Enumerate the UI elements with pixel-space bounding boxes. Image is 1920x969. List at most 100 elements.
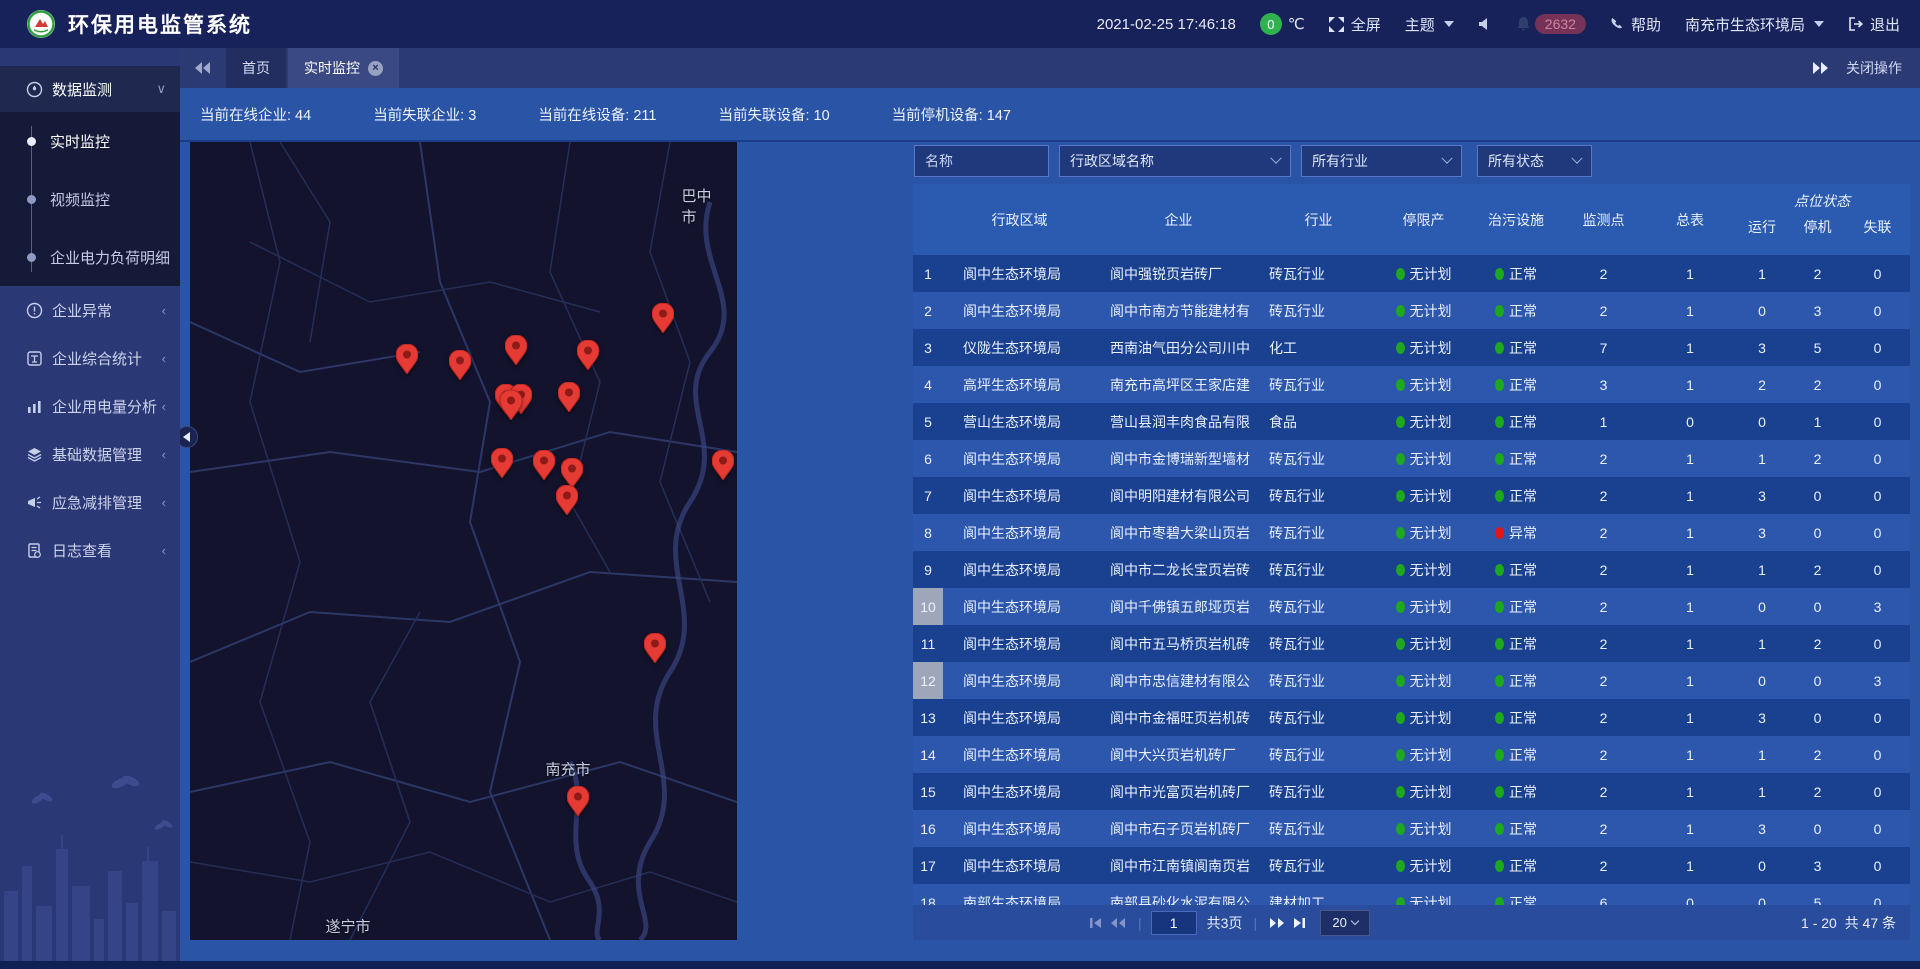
row-index: 5 <box>913 403 943 440</box>
row-company: 阆中市二龙长宝页岩砖 <box>1096 551 1261 588</box>
row-running: 3 <box>1734 810 1790 847</box>
fullscreen-button[interactable]: 全屏 <box>1329 14 1381 35</box>
table-row[interactable]: 16阆中生态环境局阆中市石子页岩机砖厂砖瓦行业无计划正常21300 <box>913 810 1910 847</box>
name-filter-input[interactable] <box>925 153 1038 169</box>
table-row[interactable]: 8阆中生态环境局阆中市枣碧大梁山页岩砖瓦行业无计划异常21300 <box>913 514 1910 551</box>
speaker-icon[interactable] <box>1478 17 1492 31</box>
sidebar-item-0[interactable]: 数据监测∨ <box>0 66 180 112</box>
map-panel[interactable]: 巴中市南充市遂宁市 <box>190 142 737 940</box>
map-pin[interactable] <box>449 350 471 380</box>
table-row[interactable]: 1阆中生态环境局阆中强锐页岩砖厂砖瓦行业无计划正常21120 <box>913 255 1910 292</box>
table-row[interactable]: 9阆中生态环境局阆中市二龙长宝页岩砖砖瓦行业无计划正常21120 <box>913 551 1910 588</box>
row-facility-label: 正常 <box>1509 819 1537 839</box>
row-facility-label: 正常 <box>1509 745 1537 765</box>
app-root: 环保用电监管系统 2021-02-25 17:46:18 0 ℃ 全屏 主题 <box>0 0 1920 969</box>
submenu-dot-icon <box>27 137 36 146</box>
sidebar-item-1[interactable]: 企业异常‹ <box>0 286 180 334</box>
org-dropdown[interactable]: 南充市生态环境局 <box>1685 14 1824 35</box>
table-row[interactable]: 10阆中生态环境局阆中千佛镇五郎垭页岩砖瓦行业无计划正常21003 <box>913 588 1910 625</box>
sidebar-item-6[interactable]: 日志查看‹ <box>0 526 180 574</box>
page-number-input[interactable] <box>1151 911 1197 935</box>
logout-button[interactable]: 退出 <box>1848 14 1900 35</box>
sidebar-item-label: 数据监测 <box>52 79 112 100</box>
row-offline: 0 <box>1845 810 1910 847</box>
row-meter: 1 <box>1646 699 1734 736</box>
map-pin[interactable] <box>533 450 555 480</box>
region-filter-dropdown[interactable]: 行政区域名称 <box>1059 145 1291 177</box>
table-row[interactable]: 17阆中生态环境局阆中市江南镇阆南页岩砖瓦行业无计划正常21030 <box>913 847 1910 884</box>
status-filter-dropdown[interactable]: 所有状态 <box>1477 145 1592 177</box>
page-size-select[interactable]: 20 <box>1320 910 1370 936</box>
row-region: 阆中生态环境局 <box>943 736 1096 773</box>
col-region: 行政区域 <box>943 184 1096 255</box>
map-pin[interactable] <box>396 344 418 374</box>
map-pin[interactable] <box>712 450 734 480</box>
row-meter: 1 <box>1646 292 1734 329</box>
table-row[interactable]: 6阆中生态环境局阆中市金博瑞新型墙材砖瓦行业无计划正常21120 <box>913 440 1910 477</box>
table-row[interactable]: 14阆中生态环境局阆中大兴页岩机砖厂砖瓦行业无计划正常21120 <box>913 736 1910 773</box>
help-button[interactable]: 帮助 <box>1610 14 1661 35</box>
tab-home[interactable]: 首页 <box>226 48 286 88</box>
status-dot-green <box>1396 379 1405 391</box>
sidebar-subitem-1[interactable]: 视频监控 <box>0 170 180 228</box>
sidebar-item-2[interactable]: 企业综合统计‹ <box>0 334 180 382</box>
row-points: 2 <box>1561 810 1646 847</box>
table-row[interactable]: 11阆中生态环境局阆中市五马桥页岩机砖砖瓦行业无计划正常21120 <box>913 625 1910 662</box>
row-stopped: 0 <box>1790 699 1845 736</box>
sidebar-item-3[interactable]: 企业用电量分析‹ <box>0 382 180 430</box>
table-row[interactable]: 15阆中生态环境局阆中市光富页岩机砖厂砖瓦行业无计划正常21120 <box>913 773 1910 810</box>
sidebar-item-4[interactable]: 基础数据管理‹ <box>0 430 180 478</box>
row-meter: 1 <box>1646 736 1734 773</box>
sidebar-subitem-2[interactable]: 企业电力负荷明细 <box>0 228 180 286</box>
map-pin[interactable] <box>561 458 583 488</box>
sidebar-item-label: 企业综合统计 <box>52 348 142 369</box>
last-page-icon[interactable] <box>1288 912 1310 934</box>
row-stop-status: 无计划 <box>1376 884 1471 905</box>
map-pin[interactable] <box>577 340 599 370</box>
table-row[interactable]: 7阆中生态环境局阆中明阳建材有限公司砖瓦行业无计划正常21300 <box>913 477 1910 514</box>
table-row[interactable]: 4高坪生态环境局南充市高坪区王家店建砖瓦行业无计划正常31220 <box>913 366 1910 403</box>
map-pin[interactable] <box>505 335 527 365</box>
table-row[interactable]: 12阆中生态环境局阆中市忠信建材有限公砖瓦行业无计划正常21003 <box>913 662 1910 699</box>
map-pin[interactable] <box>644 633 666 663</box>
tab-realtime-monitor[interactable]: 实时监控 × <box>288 48 399 88</box>
row-stop-label: 无计划 <box>1410 634 1452 654</box>
sidebar-item-5[interactable]: 应急减排管理‹ <box>0 478 180 526</box>
stat-item-0: 当前在线企业: 44 <box>200 104 311 125</box>
next-page-icon[interactable] <box>1266 912 1288 934</box>
row-index: 4 <box>913 366 943 403</box>
chevron-down-icon <box>1444 21 1454 27</box>
industry-filter-dropdown[interactable]: 所有行业 <box>1301 145 1462 177</box>
close-operations-button[interactable]: 关闭操作 <box>1846 58 1902 78</box>
tab-scroll-left-icon[interactable] <box>180 48 226 88</box>
row-company: 阆中千佛镇五郎垭页岩 <box>1096 588 1261 625</box>
row-index: 11 <box>913 625 943 662</box>
table-row[interactable]: 3仪陇生态环境局西南油气田分公司川中化工无计划正常71350 <box>913 329 1910 366</box>
row-meter: 1 <box>1646 588 1734 625</box>
tab-scroll-right-icon[interactable] <box>1812 62 1828 74</box>
row-stopped: 1 <box>1790 403 1845 440</box>
map-pin[interactable] <box>567 786 589 816</box>
table-row[interactable]: 5营山生态环境局营山县润丰肉食品有限食品无计划正常10010 <box>913 403 1910 440</box>
row-stopped: 3 <box>1790 847 1845 884</box>
first-page-icon[interactable] <box>1085 912 1107 934</box>
row-facility-label: 正常 <box>1509 560 1537 580</box>
status-dot-green <box>1495 564 1504 576</box>
sidebar-subitem-0[interactable]: 实时监控 <box>0 112 180 170</box>
notifications[interactable]: 2632 <box>1516 14 1586 34</box>
row-running: 1 <box>1734 625 1790 662</box>
status-dot-green <box>1396 564 1405 576</box>
map-pin[interactable] <box>556 485 578 515</box>
table-row[interactable]: 13阆中生态环境局阆中市金福旺页岩机砖砖瓦行业无计划正常21300 <box>913 699 1910 736</box>
tab-close-icon[interactable]: × <box>368 61 383 76</box>
map-pin[interactable] <box>491 448 513 478</box>
map-pin[interactable] <box>558 382 580 412</box>
table-row[interactable]: 18南部生态环境局南部县砂化水泥有限公建材加工无计划正常60050 <box>913 884 1910 905</box>
map-pin[interactable] <box>652 303 674 333</box>
row-index: 16 <box>913 810 943 847</box>
prev-page-icon[interactable] <box>1107 912 1129 934</box>
map-pin[interactable] <box>500 390 522 420</box>
row-meter: 0 <box>1646 403 1734 440</box>
table-row[interactable]: 2阆中生态环境局阆中市南方节能建材有砖瓦行业无计划正常21030 <box>913 292 1910 329</box>
theme-dropdown[interactable]: 主题 <box>1405 14 1454 35</box>
